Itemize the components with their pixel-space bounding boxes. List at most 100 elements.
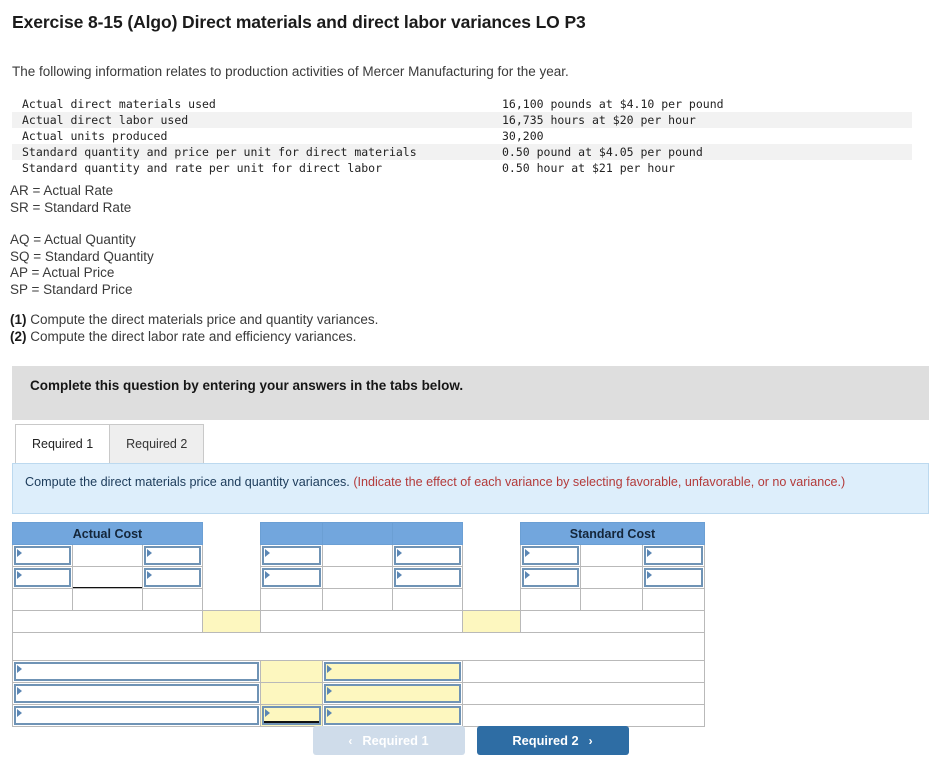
cell-total-mid-1[interactable]	[260, 588, 323, 611]
cell-actual-r2c2[interactable]	[72, 566, 143, 589]
cell-standard-r1c3[interactable]	[642, 544, 705, 567]
cell-variance-1-amount[interactable]	[260, 660, 323, 683]
legend-line: SR = Standard Rate	[10, 199, 132, 215]
grid-variance-row	[12, 682, 705, 705]
requirement-tabs: Required 1 Required 2	[15, 424, 205, 463]
cell-total-mid-2[interactable]	[322, 588, 393, 611]
cell-total-standard-3[interactable]	[642, 588, 705, 611]
cell-total-actual-3[interactable]	[142, 588, 203, 611]
variance-label-input[interactable]	[14, 706, 259, 725]
variance-label-input[interactable]	[14, 662, 259, 681]
cell-mid-r1c1[interactable]	[260, 544, 323, 567]
cell-standard-r2c2[interactable]	[580, 566, 643, 589]
chevron-right-icon	[17, 709, 22, 717]
answer-grid: Actual Cost Standard Cost	[12, 522, 705, 727]
chevron-right-icon	[327, 687, 332, 695]
cell-actual-r2c1[interactable]	[12, 566, 73, 589]
variance-effect-dropdown[interactable]	[324, 706, 461, 725]
fact-label: Actual direct labor used	[12, 112, 502, 128]
cell-mid-r2c3[interactable]	[392, 566, 463, 589]
requirements-list: (1) Compute the direct materials price a…	[10, 312, 378, 345]
footer-navigation: ‹ Required 1 Required 2 ›	[0, 726, 941, 755]
cell-standard-r2c1[interactable]	[520, 566, 581, 589]
cell-actual-r2c3[interactable]	[142, 566, 203, 589]
dropdown-input[interactable]	[522, 546, 579, 565]
dropdown-input[interactable]	[394, 546, 461, 565]
chevron-right-icon	[647, 571, 652, 579]
header-mid-1	[260, 522, 323, 545]
fact-value: 0.50 hour at $21 per hour	[502, 161, 676, 175]
cell-actual-r1c1[interactable]	[12, 544, 73, 567]
cell-actual-r1c2[interactable]	[72, 544, 143, 567]
dropdown-input[interactable]	[144, 568, 201, 587]
production-facts-table: Actual direct materials used 16,100 poun…	[12, 96, 912, 176]
cell-highlight-left-amount[interactable]	[202, 610, 261, 633]
dropdown-input[interactable]	[644, 546, 703, 565]
chevron-right-icon	[17, 687, 22, 695]
dropdown-input[interactable]	[14, 568, 71, 587]
cell-variance-3-amount[interactable]	[260, 704, 323, 727]
requirement-text: Compute the direct labor rate and effici…	[26, 328, 357, 344]
cell-total-actual-1[interactable]	[12, 588, 73, 611]
cell-mid-r2c2[interactable]	[322, 566, 393, 589]
cell-mid-r1c3[interactable]	[392, 544, 463, 567]
cell-variance-1-label[interactable]	[12, 660, 261, 683]
previous-required-button[interactable]: ‹ Required 1	[312, 726, 465, 755]
variance-worksheet-table: Actual Cost Standard Cost	[12, 522, 705, 727]
cell-standard-r1c1[interactable]	[520, 544, 581, 567]
chevron-right-icon	[647, 549, 652, 557]
cell-total-standard-2[interactable]	[580, 588, 643, 611]
chevron-right-icon	[147, 549, 152, 557]
cell-variance-1-effect[interactable]	[322, 660, 463, 683]
dropdown-input[interactable]	[262, 568, 321, 587]
variance-effect-dropdown[interactable]	[324, 662, 461, 681]
cell-actual-r1c3[interactable]	[142, 544, 203, 567]
cell-total-mid-3[interactable]	[392, 588, 463, 611]
cell-variance-2-effect[interactable]	[322, 682, 463, 705]
cell-highlight-right-label[interactable]	[520, 610, 705, 633]
chevron-right-icon	[17, 571, 22, 579]
next-required-button[interactable]: Required 2 ›	[476, 726, 629, 755]
dropdown-input[interactable]	[14, 546, 71, 565]
chevron-right-icon	[265, 571, 270, 579]
legend-line: AR = Actual Rate	[10, 183, 114, 198]
cell-total-standard-1[interactable]	[520, 588, 581, 611]
cell-highlight-mid[interactable]	[260, 610, 463, 633]
cell-variance-2-amount[interactable]	[260, 682, 323, 705]
spacer-cell	[462, 544, 521, 567]
cell-variance-3-label[interactable]	[12, 704, 261, 727]
dropdown-input[interactable]	[144, 546, 201, 565]
cell-standard-r2c3[interactable]	[642, 566, 705, 589]
chevron-right-icon	[397, 549, 402, 557]
dropdown-input[interactable]	[394, 568, 461, 587]
cell-highlight-left-label[interactable]	[12, 610, 203, 633]
tab-required-2[interactable]: Required 2	[109, 424, 205, 463]
variance-effect-dropdown[interactable]	[324, 684, 461, 703]
cell-variance-2-label[interactable]	[12, 682, 261, 705]
fact-label: Standard quantity and rate per unit for …	[22, 161, 383, 175]
cell-variance-3-effect[interactable]	[322, 704, 463, 727]
legend-rates: AR = Actual Rate SR = Standard Rate	[10, 183, 131, 216]
cell-total-actual-2[interactable]	[72, 588, 143, 611]
variance-amount-input-focused[interactable]	[262, 706, 321, 725]
dropdown-input[interactable]	[262, 546, 321, 565]
grid-highlight-row	[12, 610, 705, 633]
cell-variance-3-pad	[462, 704, 705, 727]
cell-highlight-right-amount[interactable]	[462, 610, 521, 633]
requirement-line: (2) Compute the direct labor rate and ef…	[10, 329, 378, 346]
chevron-right-icon	[265, 709, 270, 717]
instruction-text: Complete this question by entering your …	[30, 378, 464, 393]
variance-label-input[interactable]	[14, 684, 259, 703]
next-button-label: Required 2	[512, 733, 579, 748]
cell-mid-r1c2[interactable]	[322, 544, 393, 567]
cell-mid-r2c1[interactable]	[260, 566, 323, 589]
spacer-cell	[202, 566, 261, 589]
cell-standard-r1c2[interactable]	[580, 544, 643, 567]
requirement-number: (1)	[10, 312, 27, 327]
tab-required-1[interactable]: Required 1	[15, 424, 111, 463]
dropdown-input[interactable]	[522, 568, 579, 587]
grid-blank-row	[12, 632, 705, 661]
legend-line: AP = Actual Price	[10, 265, 115, 280]
fact-value: 30,200	[502, 129, 544, 143]
dropdown-input[interactable]	[644, 568, 703, 587]
